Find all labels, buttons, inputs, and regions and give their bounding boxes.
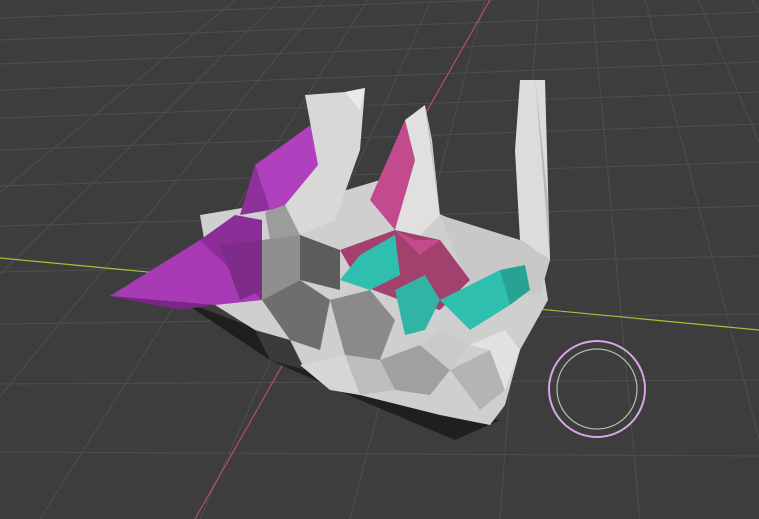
3d-viewport[interactable] bbox=[0, 0, 759, 519]
brush-cursor bbox=[548, 340, 646, 438]
sculpt-mesh[interactable] bbox=[110, 78, 550, 440]
